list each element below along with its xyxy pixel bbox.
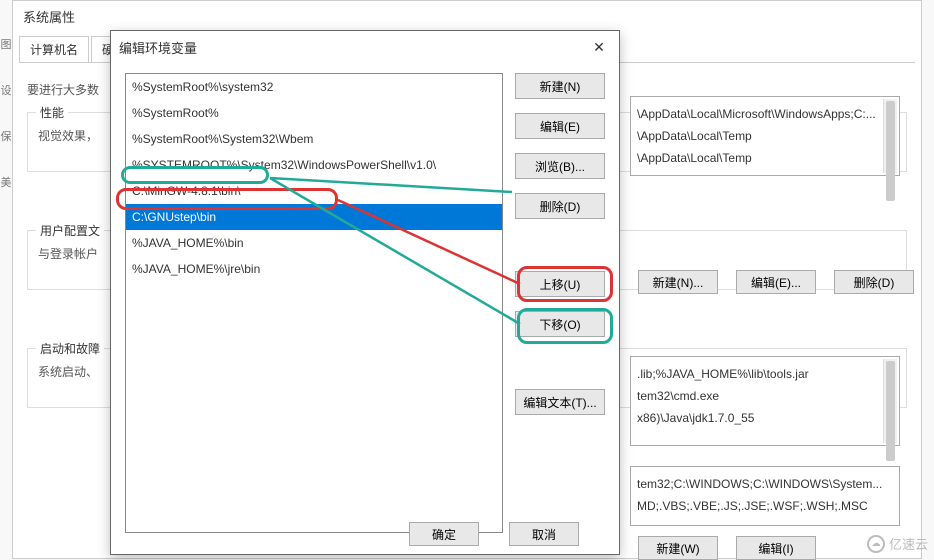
scrollbar[interactable] — [883, 359, 897, 443]
group-label: 性能 — [36, 104, 68, 121]
move-down-button[interactable]: 下移(O) — [515, 311, 605, 337]
watermark-text: 亿速云 — [889, 534, 928, 553]
list-item: tem32\cmd.exe — [637, 385, 893, 407]
edit-text-button[interactable]: 编辑文本(T)... — [515, 389, 605, 415]
system-variables-list[interactable]: .lib;%JAVA_HOME%\lib\tools.jar tem32\cmd… — [630, 356, 900, 446]
list-item[interactable]: %SystemRoot% — [126, 100, 502, 126]
delete-button[interactable]: 删除(D) — [834, 270, 914, 294]
dialog-title: 编辑环境变量 — [119, 38, 197, 57]
list-item: \AppData\Local\Temp — [637, 147, 893, 169]
list-item[interactable]: %SystemRoot%\System32\Wbem — [126, 126, 502, 152]
dialog-content: %SystemRoot%\system32 %SystemRoot% %Syst… — [111, 63, 619, 533]
edit-env-var-dialog: 编辑环境变量 ✕ %SystemRoot%\system32 %SystemRo… — [110, 30, 620, 555]
browse-button[interactable]: 浏览(B)... — [515, 153, 605, 179]
group-label: 启动和故障 — [36, 340, 104, 357]
dialog-ok-row: 确定 取消 — [409, 522, 579, 546]
list-item: x86)\Java\jdk1.7.0_55 — [637, 407, 893, 429]
list-item[interactable]: %SystemRoot%\system32 — [126, 74, 502, 100]
close-icon[interactable]: ✕ — [587, 35, 611, 59]
new-button[interactable]: 新建(W) — [638, 536, 718, 560]
list-item[interactable]: %SYSTEMROOT%\System32\WindowsPowerShell\… — [126, 152, 502, 178]
dialog-button-column: 新建(N) 编辑(E) 浏览(B)... 删除(D) 上移(U) 下移(O) 编… — [515, 73, 605, 533]
cloud-icon: ☁ — [867, 535, 885, 553]
list-item: \AppData\Local\Temp — [637, 125, 893, 147]
scroll-thumb[interactable] — [886, 101, 895, 201]
tab-computer-name[interactable]: 计算机名 — [19, 36, 89, 62]
edit-button[interactable]: 编辑(E) — [515, 113, 605, 139]
group-label: 用户配置文 — [36, 222, 104, 239]
move-up-button[interactable]: 上移(U) — [515, 271, 605, 297]
cancel-button[interactable]: 取消 — [509, 522, 579, 546]
ok-button[interactable]: 确定 — [409, 522, 479, 546]
left-edge-stub: 图设保美 — [0, 28, 12, 528]
list-item[interactable]: C:\MinGW-4.8.1\bin\ — [126, 178, 502, 204]
scroll-thumb[interactable] — [886, 361, 895, 461]
list-item: \AppData\Local\Microsoft\WindowsApps;C:.… — [637, 103, 893, 125]
sys-var-buttons: 新建(W) 编辑(I) — [638, 536, 816, 560]
list-item-selected[interactable]: C:\GNUstep\bin — [126, 204, 502, 230]
watermark: ☁ 亿速云 — [867, 534, 928, 553]
scrollbar[interactable] — [883, 99, 897, 173]
system-variables-list-2[interactable]: tem32;C:\WINDOWS;C:\WINDOWS\System... MD… — [630, 466, 900, 526]
list-item: .lib;%JAVA_HOME%\lib\tools.jar — [637, 363, 893, 385]
user-variables-list[interactable]: \AppData\Local\Microsoft\WindowsApps;C:.… — [630, 96, 900, 176]
list-item[interactable]: %JAVA_HOME%\jre\bin — [126, 256, 502, 282]
list-item: MD;.VBS;.VBE;.JS;.JSE;.WSF;.WSH;.MSC — [637, 495, 893, 517]
path-listbox[interactable]: %SystemRoot%\system32 %SystemRoot% %Syst… — [125, 73, 503, 533]
edit-button[interactable]: 编辑(E)... — [736, 270, 816, 294]
delete-button[interactable]: 删除(D) — [515, 193, 605, 219]
dialog-titlebar: 编辑环境变量 ✕ — [111, 31, 619, 63]
edit-button[interactable]: 编辑(I) — [736, 536, 816, 560]
new-button[interactable]: 新建(N)... — [638, 270, 718, 294]
user-var-buttons: 新建(N)... 编辑(E)... 删除(D) — [638, 270, 914, 294]
list-item: tem32;C:\WINDOWS;C:\WINDOWS\System... — [637, 473, 893, 495]
list-item[interactable]: %JAVA_HOME%\bin — [126, 230, 502, 256]
new-button[interactable]: 新建(N) — [515, 73, 605, 99]
window-title: 系统属性 — [13, 1, 921, 32]
